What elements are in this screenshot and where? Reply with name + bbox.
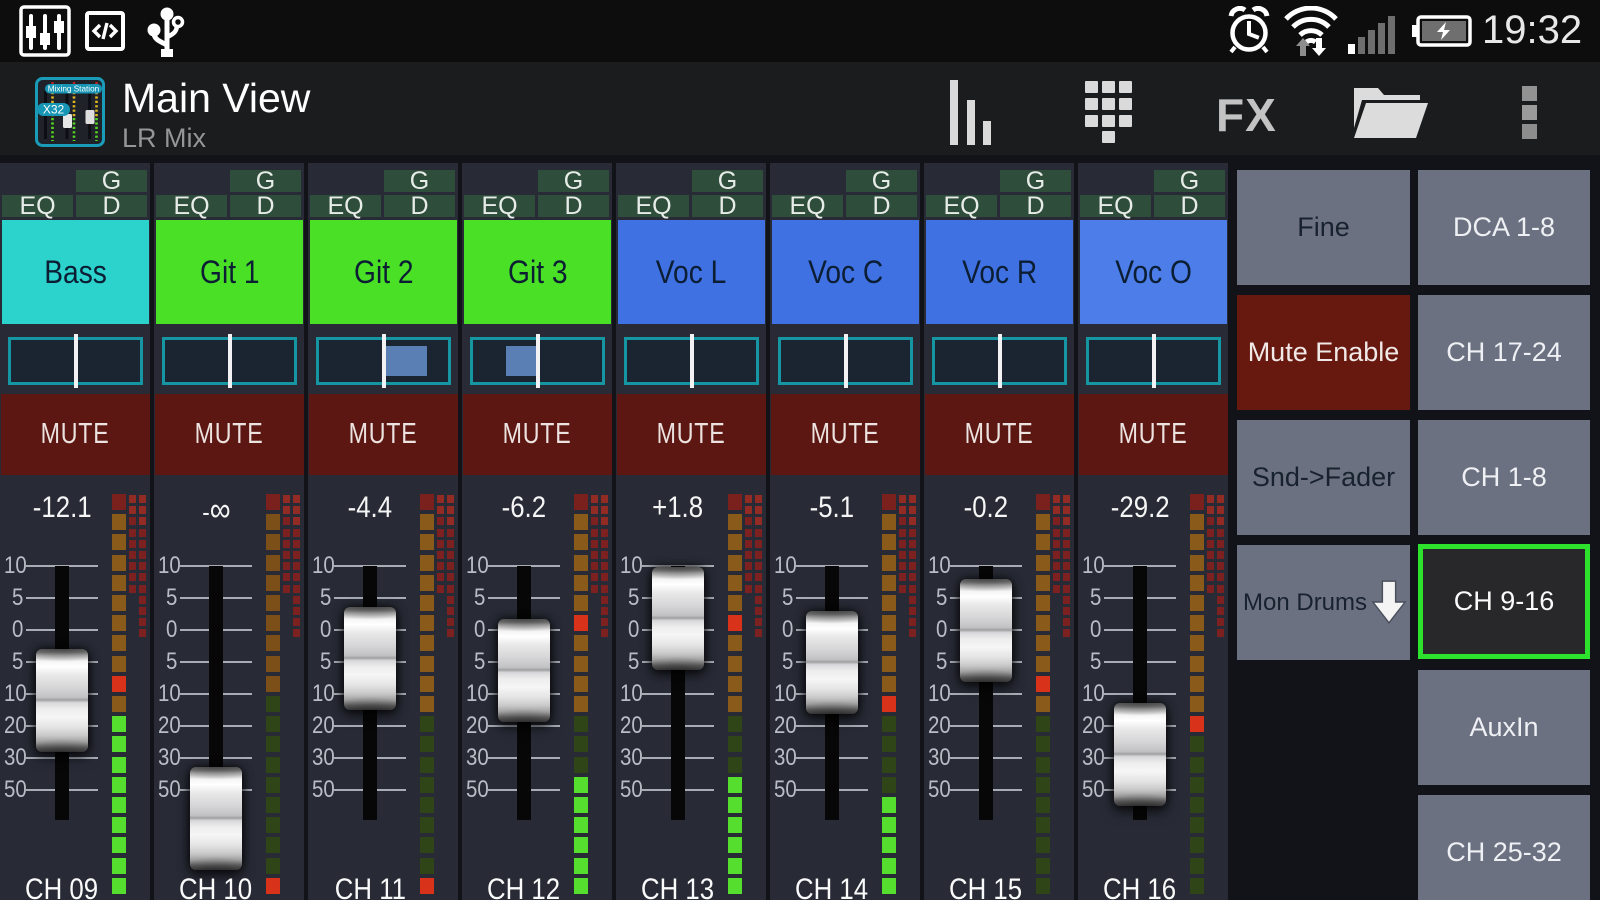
svg-text:X32: X32 [43,103,65,117]
svg-text:Mixing Station: Mixing Station [48,85,100,94]
